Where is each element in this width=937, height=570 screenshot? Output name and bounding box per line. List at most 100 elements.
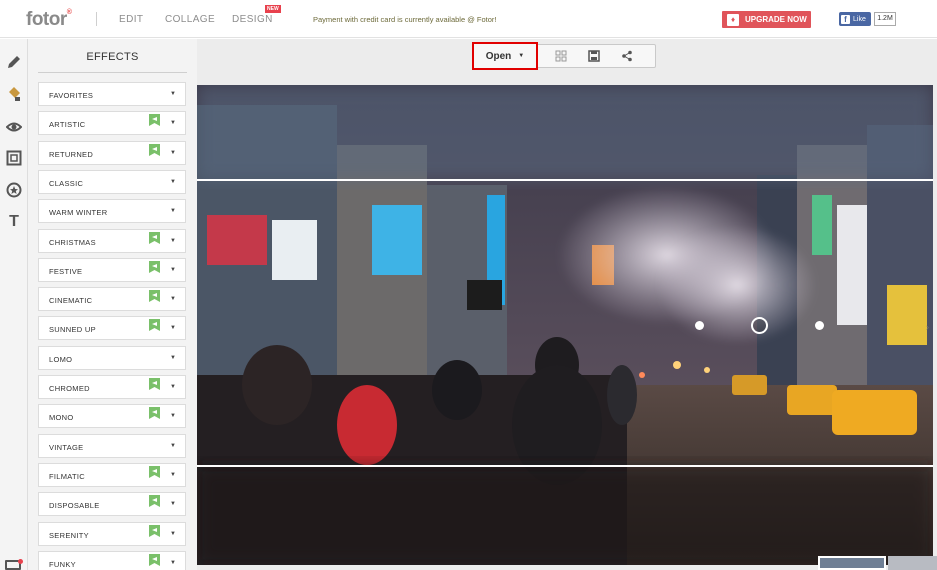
- thumbnail-active[interactable]: [818, 556, 886, 570]
- like-label: Like: [853, 15, 866, 23]
- chevron-down-icon: ▼: [170, 208, 176, 214]
- like-count: 1.2M: [874, 12, 896, 26]
- notification-dot: [18, 559, 23, 564]
- chevron-down-icon: ▼: [170, 120, 176, 126]
- effect-item-mono[interactable]: MONO ▼: [38, 404, 186, 428]
- effect-item-lomo[interactable]: LOMO ▼: [38, 346, 186, 370]
- chevron-down-icon: ▼: [170, 501, 176, 507]
- eye-icon[interactable]: [5, 118, 23, 136]
- effects-title: EFFECTS: [38, 42, 187, 73]
- diamond-icon: ♦: [727, 13, 739, 26]
- new-badge: NEW: [265, 5, 281, 13]
- effect-item-favorites[interactable]: FAVORITES ▼: [38, 82, 186, 106]
- save-icon[interactable]: [587, 49, 601, 63]
- effect-label: SERENITY: [49, 531, 89, 540]
- focus-line-top[interactable]: [197, 179, 933, 181]
- rotate-handle-icon[interactable]: [751, 317, 768, 334]
- open-label: Open: [485, 50, 512, 62]
- effect-label: DISPOSABLE: [49, 501, 100, 510]
- effect-item-disposable[interactable]: DISPOSABLE ▼: [38, 492, 186, 516]
- effect-item-vintage[interactable]: VINTAGE ▼: [38, 434, 186, 458]
- premium-badge-icon: [149, 114, 160, 126]
- chevron-down-icon: ▼: [170, 355, 176, 361]
- focus-handle-right[interactable]: [815, 321, 824, 330]
- effect-item-returned[interactable]: RETURNED ▼: [38, 141, 186, 165]
- effect-label: CHRISTMAS: [49, 238, 96, 247]
- nav-design[interactable]: DESIGN: [232, 14, 273, 25]
- premium-badge-icon: [149, 378, 160, 390]
- chevron-down-icon: ▼: [170, 296, 176, 302]
- premium-badge-icon: [149, 466, 160, 478]
- top-bar: fotor® EDIT COLLAGE DESIGN NEW Payment w…: [0, 0, 937, 38]
- premium-badge-icon: [149, 319, 160, 331]
- compare-icon[interactable]: [554, 49, 568, 63]
- fotor-editor: fotor® EDIT COLLAGE DESIGN NEW Payment w…: [0, 0, 937, 570]
- effect-item-festive[interactable]: FESTIVE ▼: [38, 258, 186, 282]
- premium-badge-icon: [149, 232, 160, 244]
- effect-label: CINEMATIC: [49, 296, 93, 305]
- facebook-icon: f: [841, 14, 850, 24]
- nav-divider: [96, 12, 97, 26]
- premium-badge-icon: [149, 495, 160, 507]
- chevron-down-icon: ▼: [170, 325, 176, 331]
- facebook-like-button[interactable]: f Like: [839, 12, 871, 26]
- nav-collage[interactable]: COLLAGE: [165, 14, 215, 25]
- premium-badge-icon: [149, 290, 160, 302]
- effect-label: FILMATIC: [49, 472, 86, 481]
- effect-label: SUNNED UP: [49, 325, 96, 334]
- sticker-icon[interactable]: [5, 181, 23, 199]
- effect-item-christmas[interactable]: CHRISTMAS ▼: [38, 229, 186, 253]
- effect-item-filmatic[interactable]: FILMATIC ▼: [38, 463, 186, 487]
- frame-icon[interactable]: [5, 149, 23, 167]
- effect-label: RETURNED: [49, 150, 94, 159]
- effect-label: ARTISTIC: [49, 120, 86, 129]
- chevron-down-icon: ▼: [170, 413, 176, 419]
- chevron-down-icon: ▼: [170, 531, 176, 537]
- thumbnail[interactable]: [888, 556, 937, 570]
- chevron-down-icon: ▼: [170, 150, 176, 156]
- effect-item-warm-winter[interactable]: WARM WINTER ▼: [38, 199, 186, 223]
- effect-label: FAVORITES: [49, 91, 94, 100]
- effect-item-artistic[interactable]: ARTISTIC ▼: [38, 111, 186, 135]
- effect-item-funky[interactable]: FUNKY ▼: [38, 551, 186, 570]
- chevron-down-icon: ▼: [170, 238, 176, 244]
- chevron-down-icon: ▼: [170, 560, 176, 566]
- chevron-down-icon: ▼: [170, 91, 176, 97]
- chevron-down-icon: ▼: [170, 443, 176, 449]
- announcement-text: Payment with credit card is currently av…: [313, 15, 497, 24]
- text-icon[interactable]: T: [5, 213, 23, 231]
- focus-line-bottom[interactable]: [197, 465, 933, 467]
- upgrade-button[interactable]: ♦ UPGRADE NOW: [722, 11, 811, 28]
- chevron-down-icon: ▼: [170, 384, 176, 390]
- upgrade-label: UPGRADE NOW: [745, 15, 807, 24]
- effect-item-sunned-up[interactable]: SUNNED UP ▼: [38, 316, 186, 340]
- chevron-down-icon: ▼: [170, 179, 176, 185]
- focus-handle-left[interactable]: [695, 321, 704, 330]
- chevron-down-icon: ▼: [170, 472, 176, 478]
- effect-label: WARM WINTER: [49, 208, 108, 217]
- effect-item-cinematic[interactable]: CINEMATIC ▼: [38, 287, 186, 311]
- premium-badge-icon: [149, 144, 160, 156]
- effect-label: FESTIVE: [49, 267, 83, 276]
- chevron-right-icon[interactable]: ›: [926, 322, 929, 332]
- fotor-logo[interactable]: fotor®: [26, 9, 72, 31]
- chevron-down-icon: ▼: [170, 267, 176, 273]
- effect-item-chromed[interactable]: CHROMED ▼: [38, 375, 186, 399]
- nav-edit[interactable]: EDIT: [119, 14, 143, 25]
- effect-label: CLASSIC: [49, 179, 84, 188]
- chevron-down-icon: ▼: [518, 53, 525, 59]
- pencil-icon[interactable]: [5, 53, 23, 71]
- paint-bucket-icon[interactable]: [5, 85, 23, 103]
- effect-label: MONO: [49, 413, 74, 422]
- effect-item-classic[interactable]: CLASSIC ▼: [38, 170, 186, 194]
- premium-badge-icon: [149, 261, 160, 273]
- share-icon[interactable]: [620, 49, 634, 63]
- effect-label: LOMO: [49, 355, 73, 364]
- effect-label: VINTAGE: [49, 443, 84, 452]
- effect-label: CHROMED: [49, 384, 90, 393]
- open-button[interactable]: Open ▼: [472, 42, 538, 70]
- premium-badge-icon: [149, 525, 160, 537]
- premium-badge-icon: [149, 407, 160, 419]
- premium-badge-icon: [149, 554, 160, 566]
- effect-item-serenity[interactable]: SERENITY ▼: [38, 522, 186, 546]
